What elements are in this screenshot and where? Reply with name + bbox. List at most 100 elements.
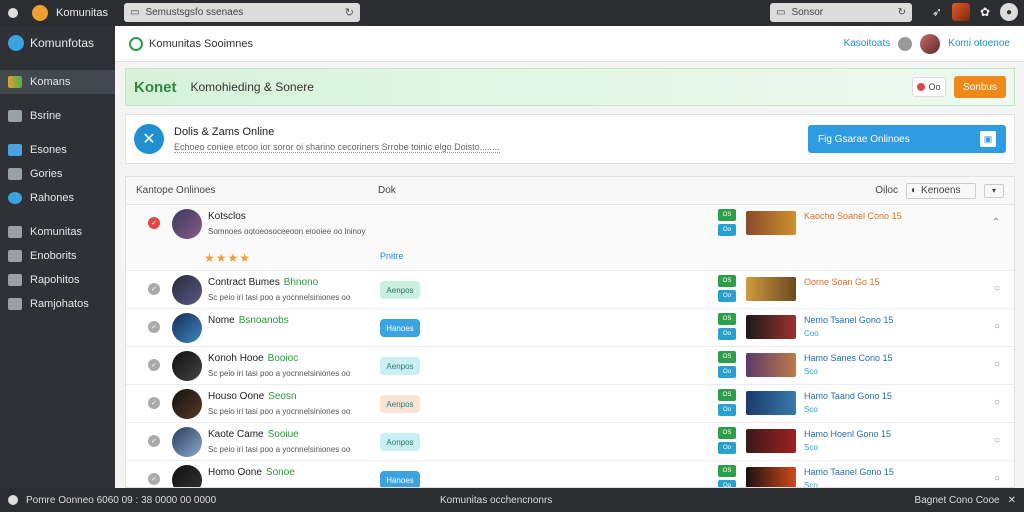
row-status-icon[interactable]: ✓ (148, 473, 160, 485)
row-status-badge[interactable]: Hanoes (380, 319, 420, 337)
address-text: Semustsgsfo ssenaes (145, 7, 244, 18)
row-tag: Bhnono (283, 277, 319, 288)
window-control-icon[interactable] (8, 8, 18, 18)
banner-icon-button[interactable]: Oo (912, 77, 946, 97)
sidebar-item-rahones[interactable]: Rahones (0, 186, 115, 210)
browser-top-bar: Komunitas ▭ Semustsgsfo ssenaes ↻ ▭ Sons… (0, 0, 1024, 26)
row-description: Sc peio iri tasi poo a yocnnelsiniones o… (208, 445, 351, 454)
online-status[interactable]: Pnitre (380, 251, 404, 261)
expand-icon[interactable]: ○ (994, 321, 1000, 332)
flag-badge: OS (718, 389, 736, 401)
expand-icon[interactable]: ○ (994, 473, 1000, 484)
row-status-badge[interactable]: Aonpos (380, 433, 420, 451)
game-thumbnail[interactable] (746, 467, 796, 487)
box-icon (8, 250, 22, 262)
game-thumbnail[interactable] (746, 391, 796, 415)
chevron-down-icon[interactable]: ▾ (984, 183, 1004, 198)
card-action-button[interactable]: Fig Gsarae Onlinoes ▣ (808, 125, 1006, 153)
sidebar-item-bsrine[interactable]: Bsrine (0, 104, 115, 128)
game-thumbnail[interactable] (746, 211, 796, 235)
row-status-badge[interactable]: Aenpos (380, 357, 420, 375)
expand-icon[interactable]: ○ (994, 359, 1000, 370)
row-status-badge[interactable]: Aenpos (380, 281, 420, 299)
sidebar-item-label: Bsrine (30, 110, 62, 122)
row-tag: Sooiue (267, 429, 299, 440)
row-name[interactable]: Kaote Came Sooiue (208, 429, 299, 440)
sidebar-item-gories[interactable]: Gories (0, 162, 115, 186)
row-status-icon[interactable]: ✓ (148, 359, 160, 371)
row-name[interactable]: Nome Bsnoanobs (208, 315, 289, 326)
column-header[interactable]: Dok (378, 185, 396, 196)
table-row[interactable]: ✓ Homo Oone Sonoe Hanoes OS Oo Hamo Taanel Gon… (126, 461, 1014, 487)
row-status-icon[interactable]: ✓ (148, 397, 160, 409)
banner-icon-label: Oo (928, 82, 941, 92)
expand-icon[interactable]: ○ (994, 435, 1000, 446)
row-status-icon[interactable]: ✓ (148, 217, 160, 229)
expand-icon[interactable]: ○ (994, 397, 1000, 408)
sidebar-item-komans[interactable]: Komans (0, 70, 115, 94)
expand-icon[interactable]: ⌃ (992, 217, 1000, 228)
sidebar-item-rapohitos[interactable]: Rapohitos (0, 268, 115, 292)
extension-icon[interactable] (951, 3, 970, 21)
refresh-icon[interactable]: ↻ (345, 6, 354, 19)
row-title[interactable]: Hamo Taand Gono 15 (804, 391, 892, 401)
sidebar-header[interactable]: Komunfotas (0, 26, 115, 60)
game-thumbnail[interactable] (746, 315, 796, 339)
browser-search[interactable]: ▭ Sonsor ↻ (770, 3, 912, 22)
row-name[interactable]: Contract Bumes Bhnono (208, 277, 318, 288)
sidebar-item-esones[interactable]: Esones (0, 138, 115, 162)
refresh-icon[interactable]: ↻ (898, 7, 906, 18)
table-row[interactable]: ✓ Kotsclos Somnoes ootoeosoceeoon eiooiee … (126, 205, 1014, 271)
row-title[interactable]: Hamo Hoenl Gono 15 (804, 429, 891, 439)
pin-icon[interactable]: ➶ (932, 5, 942, 19)
row-name-text: Konoh Hooe (208, 353, 264, 364)
row-title[interactable]: Kaocho Soanel Cono 15 (804, 211, 902, 221)
row-status-badge[interactable]: Hanoes (380, 471, 420, 487)
table-row[interactable]: ✓ Kaote Came Sooiue Sc peio iri tasi poo a … (126, 423, 1014, 461)
game-thumbnail[interactable] (746, 353, 796, 377)
row-status-icon[interactable]: ✓ (148, 435, 160, 447)
sidebar-item-ramjohatos[interactable]: Ramjohatos (0, 292, 115, 316)
row-tag: Bsnoanobs (238, 315, 289, 326)
row-status-badge[interactable]: Aenpos (380, 395, 420, 413)
table-row[interactable]: ✓ Nome Bsnoanobs Hanoes OS Oo Nemo Tsanel Gono… (126, 309, 1014, 347)
row-name[interactable]: Konoh Hooe Booioc (208, 353, 298, 364)
row-description: Sc peio iri tasi poo a yocnnelsiniones o… (208, 369, 351, 378)
row-tag: Booioc (267, 353, 299, 364)
sort-select[interactable]: ◐ Kenoens (906, 182, 976, 199)
game-thumbnail[interactable] (746, 277, 796, 301)
notification-icon[interactable] (898, 36, 913, 51)
header-link[interactable]: Kasoitoats (844, 38, 891, 49)
row-status-icon[interactable]: ✓ (148, 321, 160, 333)
user-link[interactable]: Komi otoenoe (948, 38, 1010, 49)
row-title[interactable]: Oorne Soan Go 15 (804, 277, 880, 287)
sidebar-item-komunitas[interactable]: Komunitas (0, 220, 115, 244)
row-name[interactable]: Houso Oone Seosn (208, 391, 297, 402)
puzzle-icon[interactable]: ✿ (980, 5, 990, 19)
filter-label[interactable]: Oiloc (875, 185, 898, 196)
table-row[interactable]: ✓ Houso Oone Seosn Sc peio iri tasi poo a y… (126, 385, 1014, 423)
row-title[interactable]: Nemo Tsanel Gono 15 (804, 315, 893, 325)
game-thumbnail[interactable] (746, 429, 796, 453)
sidebar-item-enoborits[interactable]: Enoborits (0, 244, 115, 268)
table-row[interactable]: ✓ Contract Bumes Bhnono Sc peio iri tasi po… (126, 271, 1014, 309)
sidebar-item-label: Ramjohatos (30, 298, 89, 310)
row-name-text: Houso Oone (208, 391, 265, 402)
row-title[interactable]: Hamo Taanel Gono 15 (804, 467, 894, 477)
row-name[interactable]: Homo Oone Sonoe (208, 467, 295, 478)
row-status-icon[interactable]: ✓ (148, 283, 160, 295)
address-bar[interactable]: ▭ Semustsgsfo ssenaes ↻ (124, 3, 360, 22)
close-icon[interactable]: ✕ (1008, 495, 1016, 506)
browser-tab[interactable]: Komunitas (32, 5, 108, 21)
banner-button[interactable]: Sonbus (954, 76, 1006, 98)
profile-icon[interactable]: ● (1000, 3, 1018, 21)
row-tag: Sonoe (265, 467, 295, 478)
row-name[interactable]: Kotsclos (208, 211, 246, 222)
avatar[interactable] (920, 33, 941, 54)
card-action-label: Fig Gsarae Onlinoes (818, 133, 910, 145)
expand-icon[interactable]: ○ (994, 283, 1000, 294)
table-row[interactable]: ✓ Konoh Hooe Booioc Sc peio iri tasi poo a … (126, 347, 1014, 385)
column-header[interactable]: Kantope Onlinoes (136, 185, 216, 196)
row-title[interactable]: Hamo Sanes Cono 15 (804, 353, 893, 363)
game-table: Kantope Onlinoes Dok Oiloc ◐ Kenoens ▾ ✓… (125, 176, 1015, 488)
